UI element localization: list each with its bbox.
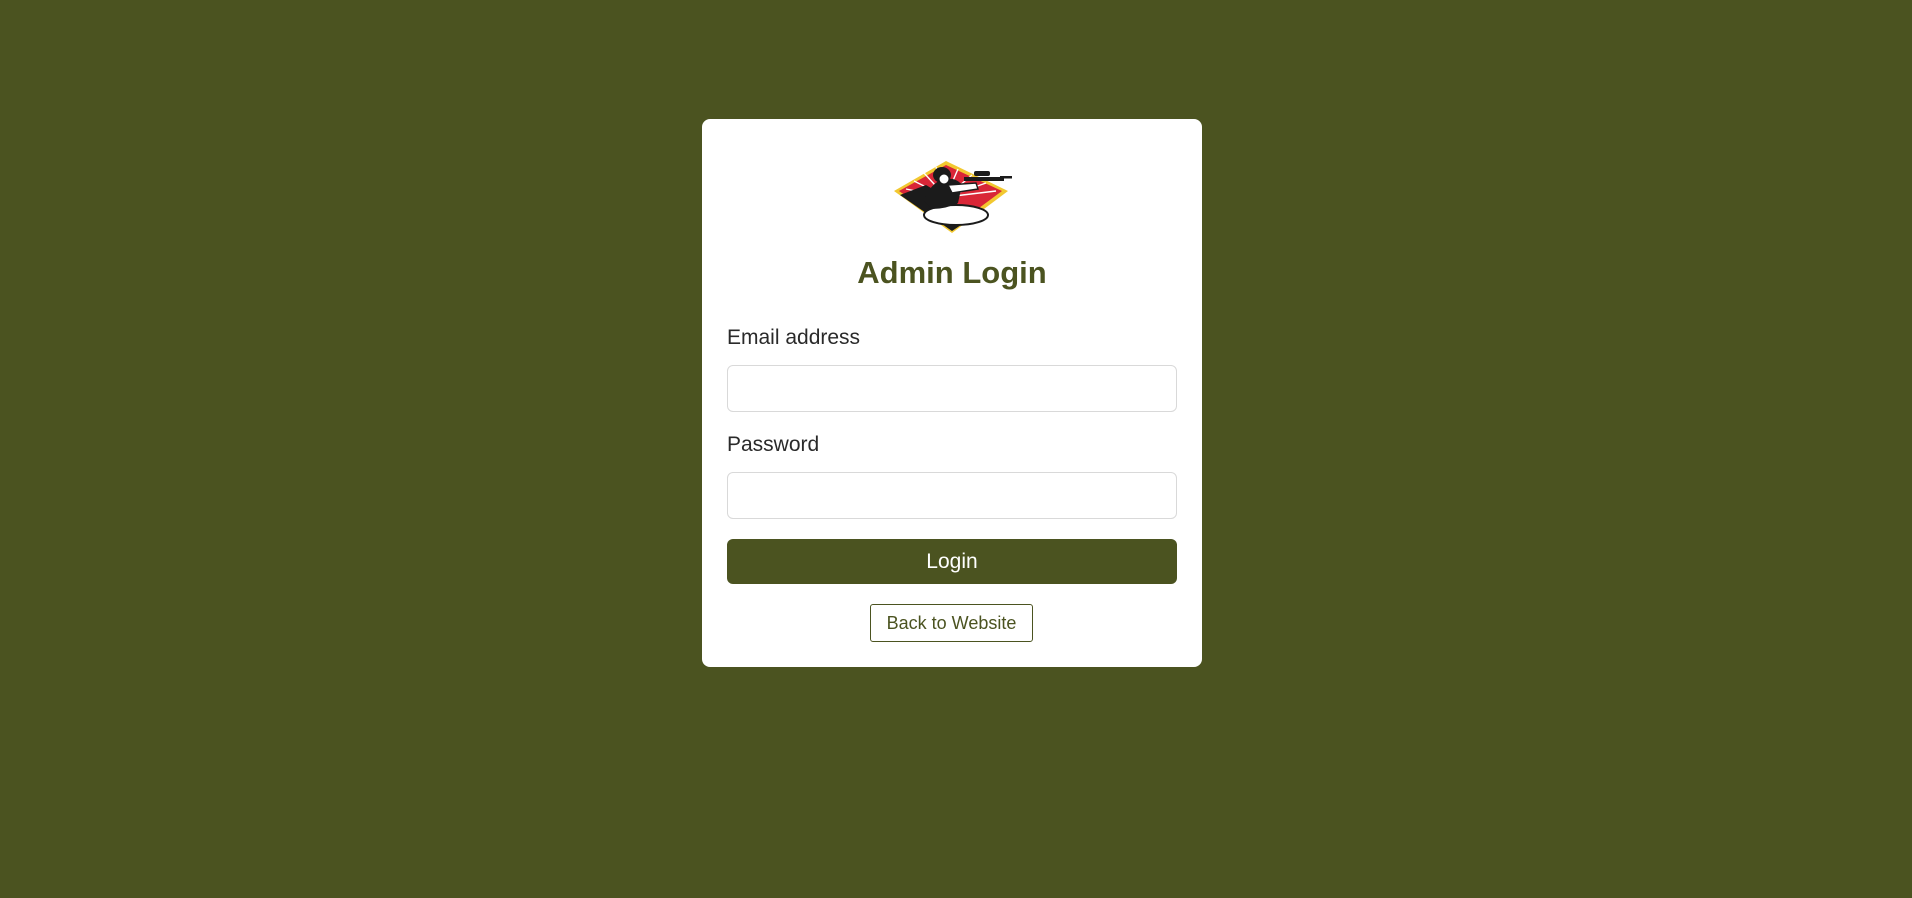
password-field[interactable] <box>727 472 1177 519</box>
email-field[interactable] <box>727 365 1177 412</box>
login-card: Admin Login Email address Password Login… <box>702 119 1202 667</box>
page-title: Admin Login <box>857 255 1047 290</box>
login-button[interactable]: Login <box>727 539 1177 584</box>
password-label: Password <box>727 433 820 456</box>
shooter-crest-logo <box>894 161 1012 233</box>
back-to-website-button[interactable]: Back to Website <box>870 604 1033 642</box>
email-label: Email address <box>727 326 861 349</box>
